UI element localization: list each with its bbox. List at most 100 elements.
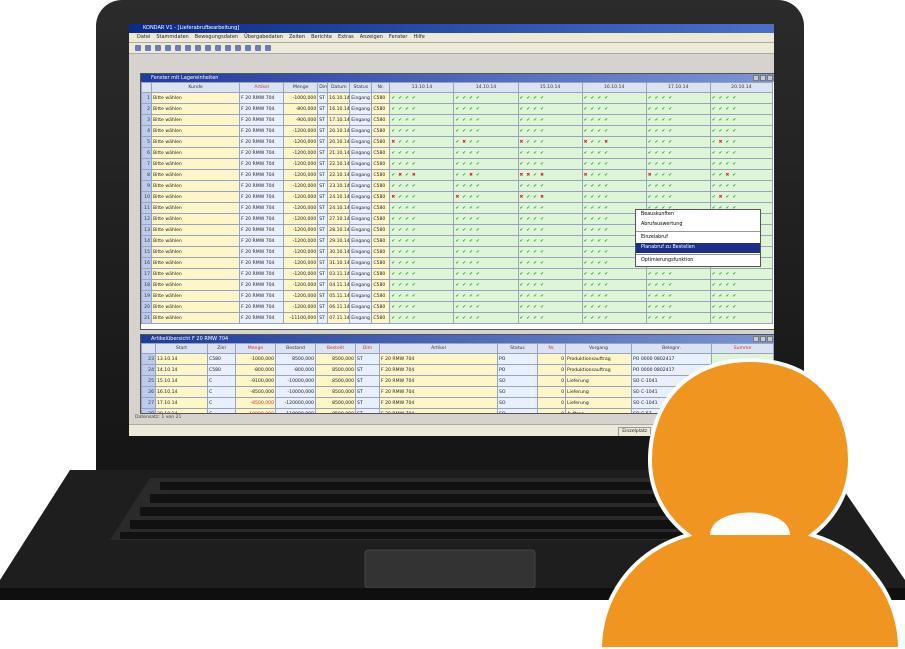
table-cell[interactable]: C580 xyxy=(371,235,391,247)
table-cell[interactable]: C580 xyxy=(371,114,391,126)
row-number[interactable]: 5 xyxy=(141,136,153,148)
table-cell[interactable]: Eingang xyxy=(349,279,373,291)
table-cell[interactable]: Bitte wählen xyxy=(151,136,241,148)
status-cell[interactable]: ✔✔✔✔ xyxy=(709,158,774,170)
table-cell[interactable]: C xyxy=(207,408,236,413)
column-header[interactable]: Kunde xyxy=(151,82,241,93)
row-number[interactable]: 23 xyxy=(141,353,156,365)
row-number[interactable]: 24 xyxy=(141,364,156,376)
maximize-icon[interactable] xyxy=(760,75,766,81)
table-cell[interactable]: Bitte wählen xyxy=(151,125,241,137)
status-cell[interactable]: ✔✔✔✔ xyxy=(389,202,455,214)
context-menu-item[interactable]: Optimierungsfunktion xyxy=(636,256,760,266)
status-cell[interactable]: ✔✔✔✔ xyxy=(645,103,711,115)
table-cell[interactable]: 22.10.14 xyxy=(327,169,351,181)
table-cell[interactable]: 07.11.14 xyxy=(327,312,351,324)
status-cell[interactable]: ✔✔✔✔ xyxy=(517,224,583,236)
table-cell[interactable]: F 20 RMW 704 xyxy=(239,136,285,148)
menu-item[interactable]: Berichte xyxy=(311,33,332,42)
table-row[interactable]: 1 Bitte wählen F 20 RMW 704 -1000,000 ST 16.1… xyxy=(141,92,774,104)
table-cell[interactable]: 0 xyxy=(537,364,566,376)
table-cell[interactable]: 20.10.14 xyxy=(327,125,351,137)
menu-item[interactable]: Hilfe xyxy=(413,33,424,42)
table-cell[interactable]: -8500,000 xyxy=(235,397,276,409)
table-cell[interactable]: 28.10.14 xyxy=(327,224,351,236)
status-cell[interactable]: ✔✔✔✔ xyxy=(389,301,455,313)
table-cell[interactable]: -900,000 xyxy=(283,114,319,126)
table-cell[interactable]: F 20 RMW 704 xyxy=(239,235,285,247)
table-cell[interactable]: 27.10.14 xyxy=(327,213,351,225)
table-cell[interactable]: Eingang xyxy=(349,125,373,137)
column-header[interactable]: Menge xyxy=(235,343,276,354)
column-header[interactable]: Nr. xyxy=(537,343,566,354)
table-cell[interactable]: Bitte wählen xyxy=(151,147,241,159)
table-cell[interactable]: C580 xyxy=(371,279,391,291)
column-header[interactable]: Ziel xyxy=(207,343,236,354)
table-row[interactable]: 9 Bitte wählen F 20 RMW 704 -1200,000 ST 23.1… xyxy=(141,180,774,192)
status-cell[interactable]: ✔✔✔✔ xyxy=(389,147,455,159)
status-cell[interactable]: ✔ ✔ ✖ ✔ xyxy=(709,169,774,181)
table-row[interactable]: 21 Bitte wählen F 20 RMW 704 -11100,000 ST 07… xyxy=(141,312,774,324)
table-row[interactable]: 20 Bitte wählen F 20 RMW 704 -1200,000 ST 06.… xyxy=(141,301,774,313)
table-cell[interactable]: 21.10.14 xyxy=(327,147,351,159)
column-header[interactable]: Start xyxy=(155,343,208,354)
table-cell[interactable]: Bitte wählen xyxy=(151,191,241,203)
table-cell[interactable]: ST xyxy=(317,301,329,313)
table-cell[interactable]: C580 xyxy=(371,92,391,104)
status-cell[interactable]: ✔✔✔✔ xyxy=(453,213,519,225)
table-cell[interactable]: Eingang xyxy=(349,235,373,247)
status-cell[interactable]: ✔✔✔✔ xyxy=(581,290,647,302)
status-cell[interactable]: ✔✔✔✔ xyxy=(517,158,583,170)
status-cell[interactable]: ✔✔✔✔ xyxy=(645,180,711,192)
table-cell[interactable]: 16.10.14 xyxy=(327,92,351,104)
table-cell[interactable]: F 20 RMW 704 xyxy=(239,92,285,104)
menu-item[interactable]: Übergabedaten xyxy=(244,33,283,42)
table-cell[interactable]: C xyxy=(207,386,236,398)
row-number[interactable]: 28 xyxy=(141,408,156,413)
table-cell[interactable]: -1200,000 xyxy=(283,213,319,225)
table-cell[interactable]: -10000,000 xyxy=(235,408,276,413)
status-cell[interactable]: ✔✔✔✔ xyxy=(453,257,519,269)
status-cell[interactable]: ✔✔✔✔ xyxy=(709,312,774,324)
table-cell[interactable]: 06.11.14 xyxy=(327,301,351,313)
table-cell[interactable]: C580 xyxy=(371,180,391,192)
table-cell[interactable]: C580 xyxy=(371,257,391,269)
status-cell[interactable]: ✔✔✔✔ xyxy=(453,125,519,137)
table-cell[interactable]: ST xyxy=(317,158,329,170)
status-cell[interactable]: ✖ ✔ ✔ ✖ xyxy=(517,191,583,203)
status-cell[interactable]: ✔✔✔✔ xyxy=(517,268,583,280)
table-cell[interactable]: C580 xyxy=(371,191,391,203)
table-cell[interactable]: Bitte wählen xyxy=(151,92,241,104)
status-cell[interactable]: ✔✔✔✔ xyxy=(453,290,519,302)
menu-item[interactable]: Anzeigen xyxy=(360,33,383,42)
table-cell[interactable]: C580 xyxy=(371,301,391,313)
close-icon[interactable] xyxy=(767,75,773,81)
status-cell[interactable]: ✔✔✔✔ xyxy=(517,290,583,302)
new-icon[interactable] xyxy=(135,45,141,51)
table-cell[interactable]: F 20 RMW 704 xyxy=(379,408,498,413)
status-cell[interactable]: ✔✔✔✔ xyxy=(709,92,774,104)
table-cell[interactable]: ST xyxy=(355,386,380,398)
table-cell[interactable]: F 20 RMW 704 xyxy=(239,125,285,137)
table-cell[interactable]: -800,000 xyxy=(283,103,319,115)
status-cell[interactable]: ✔✔✔✔ xyxy=(517,114,583,126)
table-cell[interactable]: SO xyxy=(497,375,538,387)
row-number[interactable]: 14 xyxy=(141,235,153,247)
status-cell[interactable]: ✔✔✔✔ xyxy=(389,158,455,170)
table-cell[interactable]: F 20 RMW 704 xyxy=(379,386,498,398)
table-cell[interactable]: C580 xyxy=(371,169,391,181)
status-cell[interactable]: ✔✔✔✔ xyxy=(645,147,711,159)
status-cell[interactable]: ✔✔✔✔ xyxy=(517,147,583,159)
column-header[interactable]: 20.10.14 xyxy=(709,82,774,93)
status-cell[interactable]: ✔✔✔✔ xyxy=(709,290,774,302)
status-cell[interactable]: ✔✔✔✔ xyxy=(453,279,519,291)
table-cell[interactable]: Eingang xyxy=(349,213,373,225)
status-cell[interactable]: ✔✔✔✔ xyxy=(709,103,774,115)
table-cell[interactable]: SO xyxy=(497,408,538,413)
table-cell[interactable]: Eingang xyxy=(349,114,373,126)
table-cell[interactable]: Eingang xyxy=(349,103,373,115)
menu-item[interactable]: Extras xyxy=(338,33,354,42)
open-icon[interactable] xyxy=(145,45,151,51)
table-cell[interactable]: Eingang xyxy=(349,312,373,324)
table-cell[interactable]: F 20 RMW 704 xyxy=(379,375,498,387)
